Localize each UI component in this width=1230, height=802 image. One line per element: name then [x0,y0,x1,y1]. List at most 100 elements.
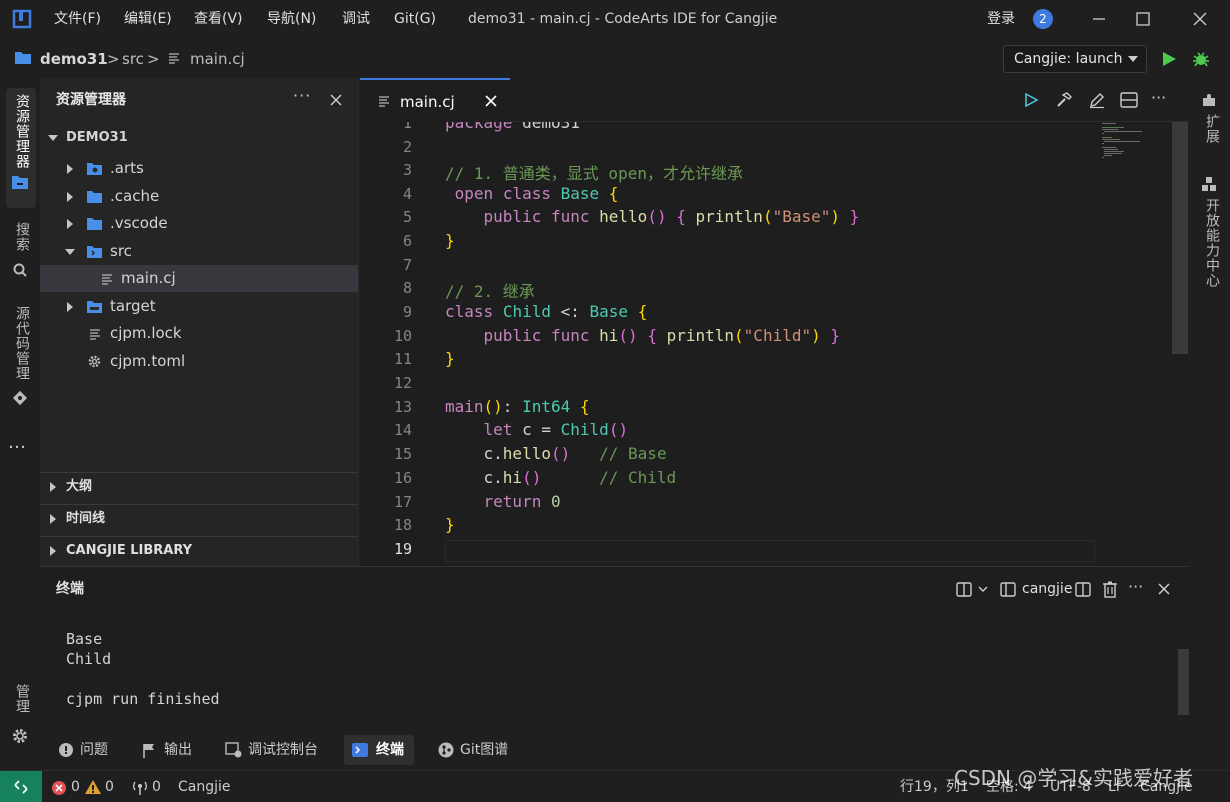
ports-icon[interactable] [131,780,149,796]
chevron-down-icon [48,135,58,141]
split-terminal-icon[interactable] [956,582,972,597]
line-number: 11 [393,350,412,368]
tab-debug-console[interactable]: 调试控制台 [220,735,330,765]
terminal-panel: 终端 cangjie ··· Base Child cjpm run finis… [40,566,1189,730]
edit-pencil-icon[interactable] [1088,91,1106,109]
tree-item-cache[interactable]: .cache [40,183,358,210]
section-outline[interactable]: 大纲 [40,472,358,500]
terminal-name[interactable]: cangjie [1022,567,1072,611]
chevron-down-icon[interactable] [978,585,988,593]
current-line-highlight [445,540,1095,562]
line-number: 13 [393,398,412,416]
tree-item-vscode[interactable]: .vscode [40,210,358,237]
line-number: 1 [402,122,412,132]
menu-git[interactable]: Git(G) [394,0,436,38]
remote-button[interactable] [0,771,42,802]
tab-label: main.cj [400,93,455,111]
tree-root[interactable]: DEMO31 [40,124,358,151]
more-actions-icon[interactable]: ··· [1128,577,1143,596]
search-icon[interactable] [12,262,28,278]
split-editor-icon[interactable] [1120,92,1138,108]
capability-center-icon[interactable] [1201,176,1217,192]
tree-item-label: cjpm.lock [110,324,182,342]
build-hammer-icon[interactable] [1055,91,1073,109]
debug-bug-icon[interactable] [1191,49,1211,69]
tree-item-main-cj[interactable]: main.cj [40,265,358,292]
more-actions-icon[interactable]: ··· [293,86,311,105]
code-line: return 0 [483,492,561,511]
line-number: 3 [402,161,412,179]
minimap[interactable] [1100,122,1170,162]
terminal-output[interactable]: Base Child cjpm run finished [66,629,220,709]
error-icon[interactable] [51,780,67,796]
gear-icon[interactable] [11,727,29,745]
tree-item-target[interactable]: target [40,293,358,320]
tab-terminal[interactable]: 终端 [344,735,414,765]
line-number: 2 [402,138,412,156]
breadcrumb-file[interactable]: main.cj [190,38,245,80]
breadcrumb-project[interactable]: demo31 [40,38,108,80]
editor-scrollbar[interactable] [1172,122,1188,354]
rightbar-extensions-label[interactable]: 扩展 [1198,114,1222,144]
menu-view[interactable]: 查看(V) [194,0,243,38]
section-timeline[interactable]: 时间线 [40,504,358,532]
tab-git-graph[interactable]: Git图谱 [432,735,522,765]
trash-icon[interactable] [1102,581,1118,598]
ports-count[interactable]: 0 [152,771,161,802]
activity-search-label[interactable]: 搜索 [8,222,32,252]
chevron-right-icon [67,302,73,312]
warning-icon[interactable] [84,779,102,795]
more-icon[interactable]: … [8,432,27,453]
menu-navigate[interactable]: 导航(N) [267,0,316,38]
line-number: 16 [393,469,412,487]
code-editor[interactable]: 1 2 3 4 5 6 7 8 9 10 11 12 13 14 15 16 17 18 19 package de… [360,122,1189,566]
tab-label: 问题 [80,742,108,758]
split-pane-icon[interactable] [1075,582,1091,597]
run-outline-icon[interactable] [1023,92,1039,108]
code-line: public func hi() { println("Child") } [483,326,841,345]
warning-count[interactable]: 0 [105,771,114,802]
section-cangjie-library[interactable]: CANGJIE LIBRARY [40,536,358,564]
close-panel-icon[interactable] [1158,583,1170,595]
tab-main-cj[interactable]: main.cj [360,78,510,122]
menu-edit[interactable]: 编辑(E) [124,0,172,38]
notification-badge[interactable]: 2 [1033,9,1053,29]
activity-manage-label[interactable]: 管理 [8,684,32,714]
breadcrumb-folder[interactable]: src [122,38,144,80]
run-icon[interactable] [1160,50,1178,68]
rightbar-open-capability-label[interactable]: 开放能力中心 [1198,198,1222,288]
code-line: main(): Int64 { [445,397,590,416]
sidebar-title: 资源管理器 [56,92,126,108]
terminal-layout-icon[interactable] [1000,582,1016,597]
source-control-icon[interactable] [11,389,29,407]
tab-problems[interactable]: 问题 [54,735,116,765]
folder-icon [15,52,31,64]
close-icon[interactable] [329,93,343,107]
menu-file[interactable]: 文件(F) [54,0,101,38]
extensions-icon[interactable] [1201,92,1217,108]
chevron-right-icon [67,164,73,174]
close-tab-icon[interactable] [485,95,497,107]
minimize-icon[interactable] [1076,0,1120,38]
tree-item-src[interactable]: src [40,238,358,265]
tree-item-label: target [110,297,156,315]
tree-item-cjpm-lock[interactable]: cjpm.lock [40,320,358,347]
run-config-select[interactable]: Cangjie: launch [1003,45,1147,73]
file-lines-icon [169,53,179,64]
terminal-scrollbar[interactable] [1178,649,1189,715]
activity-scm-label[interactable]: 源代码管理 [8,306,32,381]
tree-item-arts[interactable]: .arts [40,155,358,182]
file-lines-icon [379,96,389,107]
error-count[interactable]: 0 [71,771,80,802]
editor-tab-bar: main.cj ··· [360,78,1189,122]
menu-debug[interactable]: 调试 [342,0,370,38]
tab-output[interactable]: 输出 [136,735,200,765]
close-window-icon[interactable] [1178,0,1222,38]
status-language[interactable]: Cangjie [178,771,231,802]
line-number: 10 [393,327,412,345]
remote-icon [14,780,28,794]
more-actions-icon[interactable]: ··· [1151,88,1166,107]
tree-item-cjpm-toml[interactable]: cjpm.toml [40,348,358,375]
maximize-icon[interactable] [1121,0,1165,38]
login-button[interactable]: 登录 [987,0,1015,38]
